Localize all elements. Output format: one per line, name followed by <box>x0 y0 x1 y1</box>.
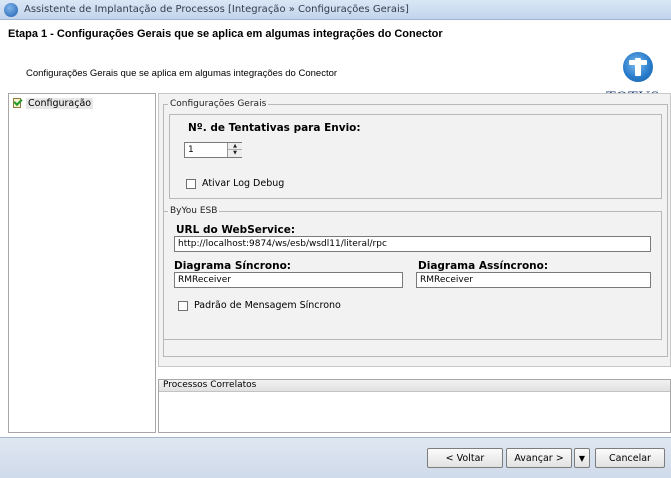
log-debug-checkbox[interactable]: Ativar Log Debug <box>186 178 284 189</box>
log-debug-label: Ativar Log Debug <box>202 178 285 189</box>
back-button[interactable]: < Voltar <box>427 448 503 468</box>
general-settings-legend: Configurações Gerais <box>170 99 267 109</box>
related-processes-header: Processos Correlatos <box>159 380 670 392</box>
step-tree: Configuração <box>8 93 156 433</box>
next-button[interactable]: Avançar > <box>506 448 572 468</box>
sync-diagram-label: Diagrama Síncrono: <box>174 260 292 272</box>
window-title: Assistente de Implantação de Processos [… <box>24 4 409 15</box>
byyou-esb-group: ByYou ESB URL do WebService: http://loca… <box>163 206 662 340</box>
spinner-buttons: ▲ ▼ <box>227 143 242 157</box>
wizard-footer: < Voltar Avançar > ▼ Cancelar <box>0 437 671 478</box>
sync-diagram-input[interactable]: RMReceiver <box>174 272 403 288</box>
totvs-logo-icon <box>623 52 653 82</box>
retries-value: 1 <box>188 145 194 155</box>
content-panel: Configurações Gerais Nº. de Tentativas p… <box>158 93 671 433</box>
url-label: URL do WebService: <box>176 224 296 236</box>
url-input[interactable]: http://localhost:9874/ws/esb/wsdl11/lite… <box>174 236 651 252</box>
checkbox-box[interactable] <box>178 300 188 311</box>
sync-pattern-checkbox[interactable]: Padrão de Mensagem Síncrono <box>178 300 341 311</box>
next-options-dropdown-icon[interactable]: ▼ <box>574 448 590 468</box>
tree-item-label: Configuração <box>26 98 94 109</box>
totvs-globe-icon <box>4 3 18 17</box>
cancel-button[interactable]: Cancelar <box>595 448 665 468</box>
async-diagram-label: Diagrama Assíncrono: <box>418 260 549 272</box>
spin-up-icon[interactable]: ▲ <box>228 143 242 150</box>
wizard-header: Etapa 1 - Configurações Gerais que se ap… <box>0 21 671 106</box>
sync-pattern-label: Padrão de Mensagem Síncrono <box>194 300 341 311</box>
step-title: Etapa 1 - Configurações Gerais que se ap… <box>8 28 443 40</box>
retries-group: Nº. de Tentativas para Envio: 1 ▲ ▼ Ativ… <box>169 114 662 199</box>
title-bar: Assistente de Implantação de Processos [… <box>0 0 671 20</box>
checked-page-icon <box>12 96 23 109</box>
checkbox-box[interactable] <box>186 178 196 189</box>
retries-spinner[interactable]: 1 ▲ ▼ <box>184 142 242 158</box>
spin-down-icon[interactable]: ▼ <box>228 150 242 157</box>
related-processes-panel: Processos Correlatos <box>158 379 671 433</box>
step-subtitle: Configurações Gerais que se aplica em al… <box>26 68 338 79</box>
tree-item-configuracao[interactable]: Configuração <box>12 96 94 110</box>
general-settings-area: Configurações Gerais Nº. de Tentativas p… <box>158 93 671 367</box>
async-diagram-input[interactable]: RMReceiver <box>416 272 651 288</box>
retries-label: Nº. de Tentativas para Envio: <box>188 122 361 134</box>
byyou-esb-legend: ByYou ESB <box>170 206 218 216</box>
